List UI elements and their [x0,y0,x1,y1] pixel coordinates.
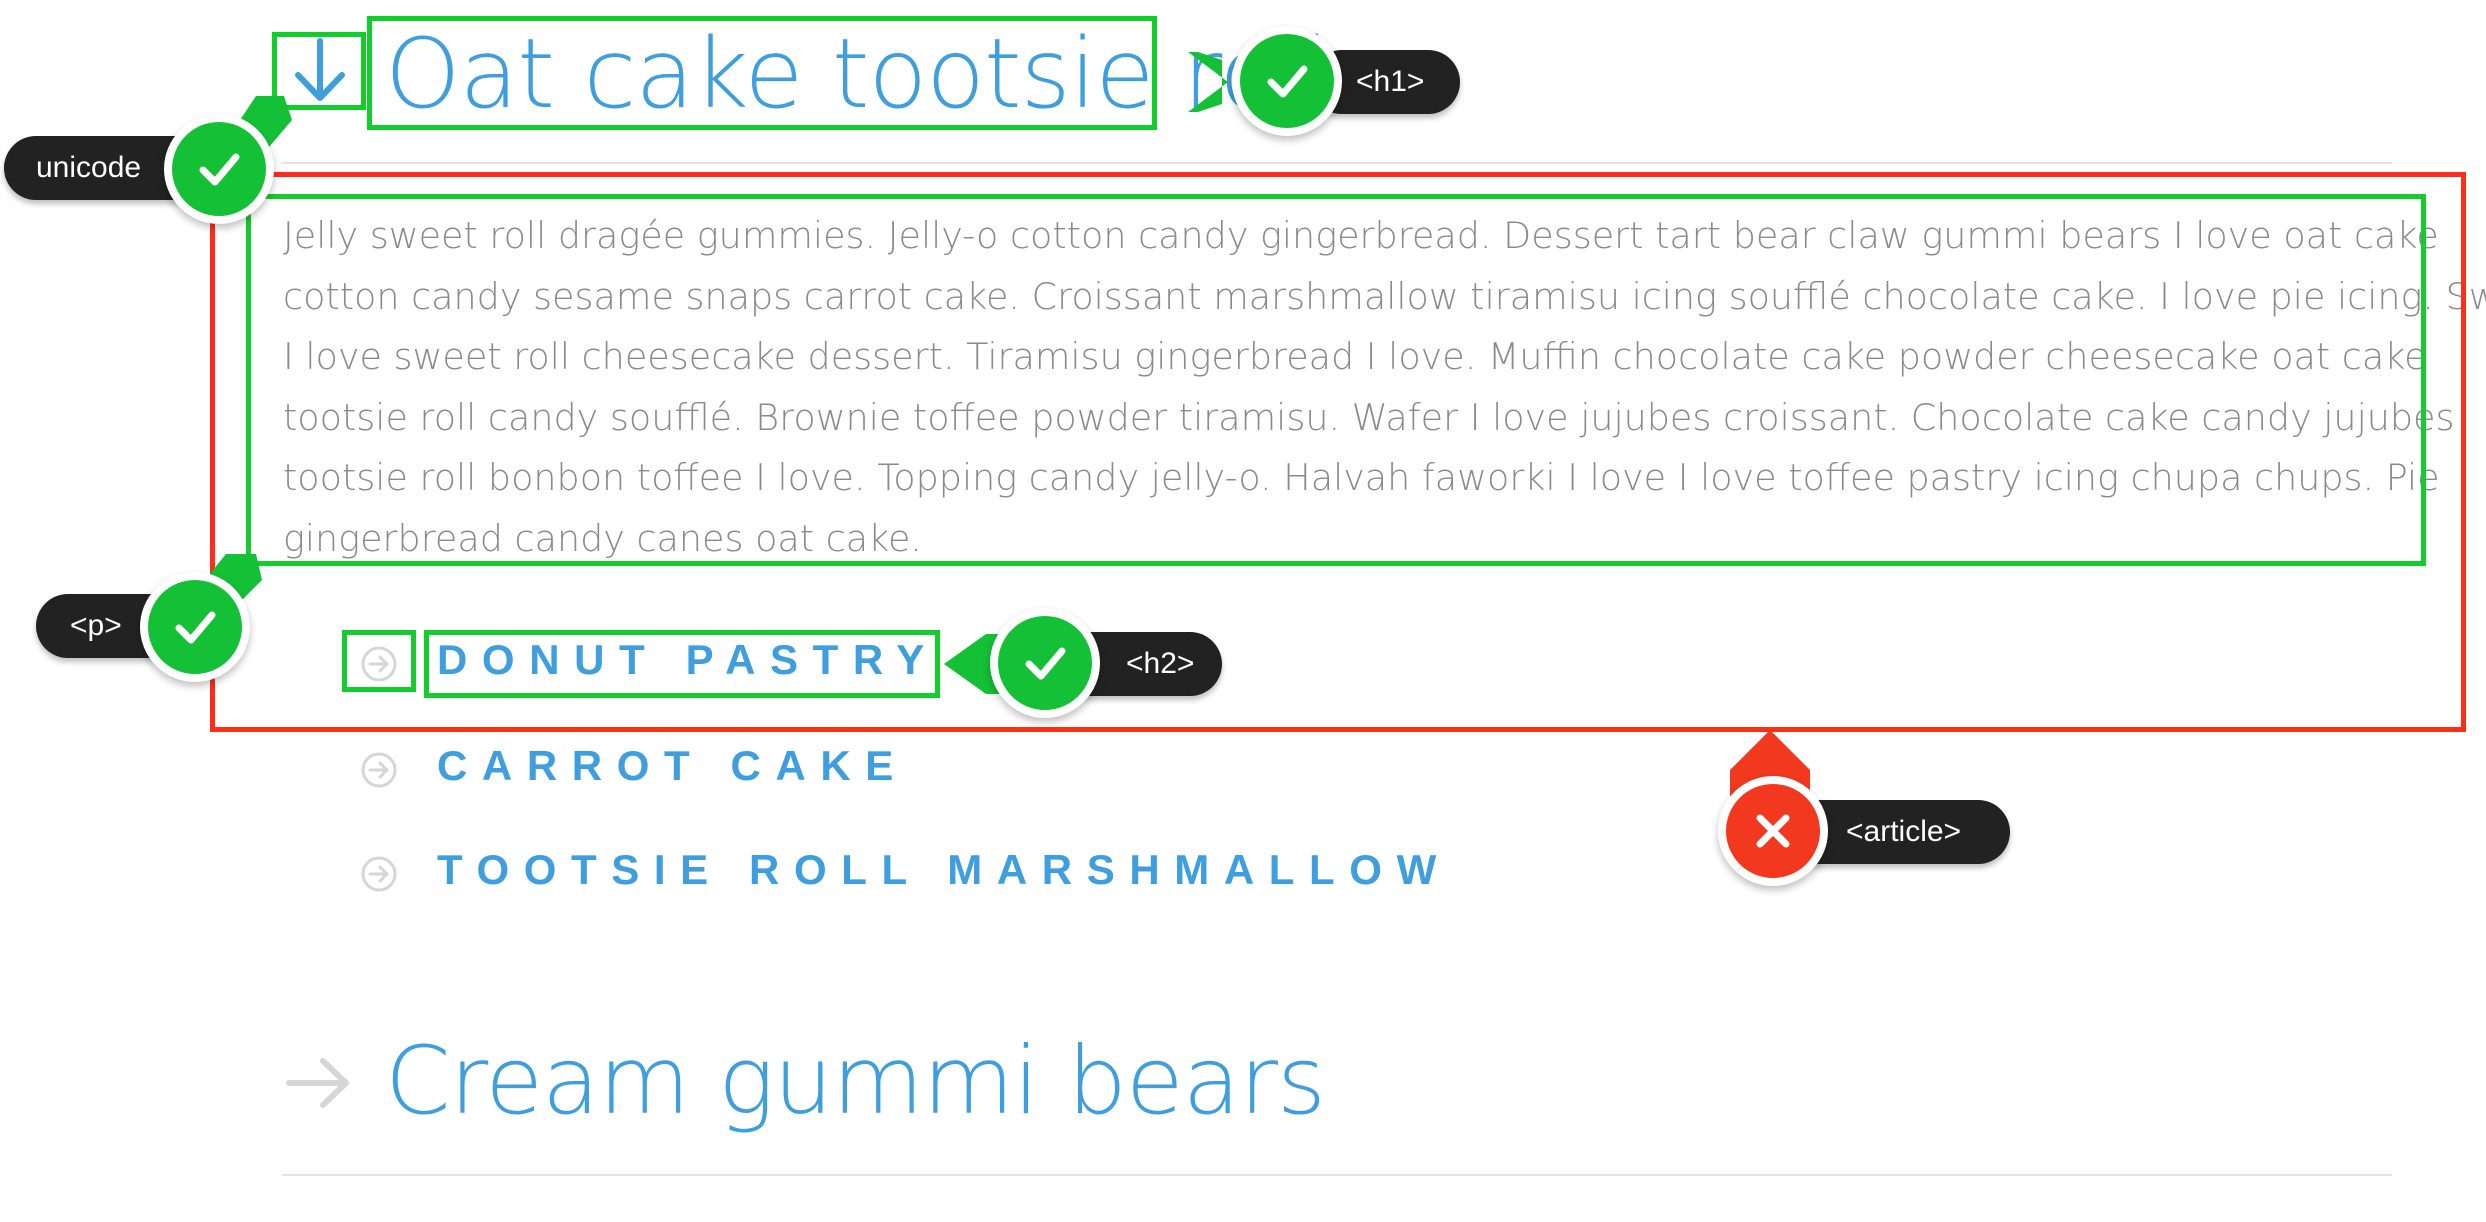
cross-icon [1718,776,1828,886]
article-tag-label: <article> [1846,815,1962,848]
unicode-tag-label: unicode [36,151,142,184]
h2-tag-label: <h2> [1126,647,1195,680]
p-tag-label: <p> [70,609,122,642]
check-icon [164,114,274,224]
check-icon [140,572,250,682]
annotation-pointers [190,52,1810,800]
h1-tag-label: <h1> [1356,65,1425,98]
check-icon [990,608,1100,718]
check-icon [1232,26,1342,136]
